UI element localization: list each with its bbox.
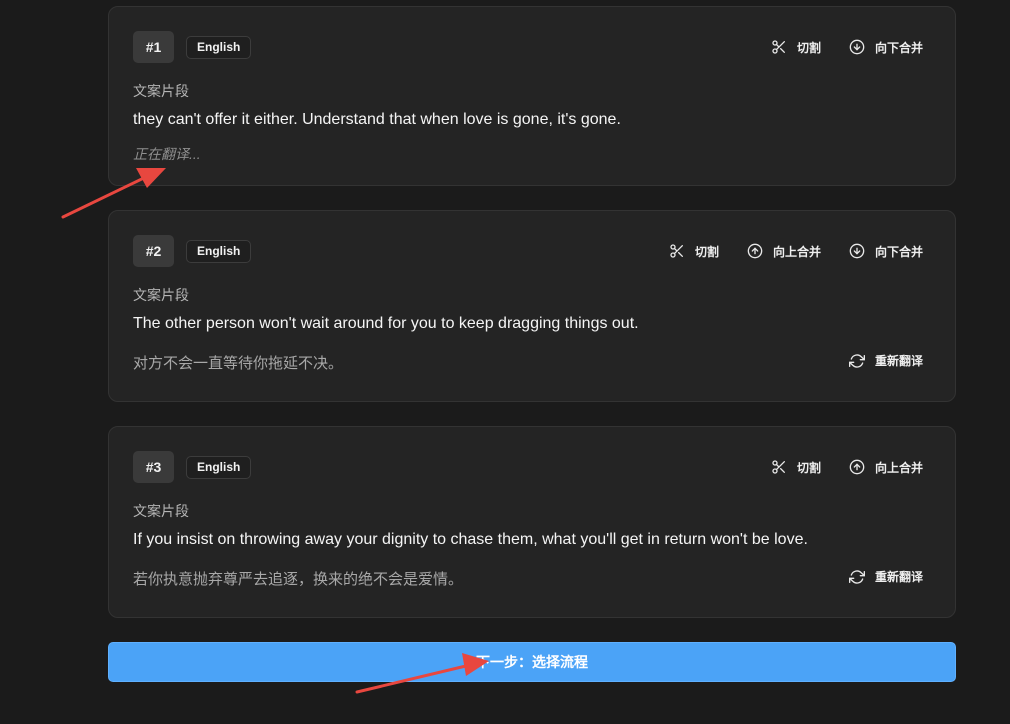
source-text: they can't offer it either. Understand t… [133, 111, 621, 128]
retranslate-button[interactable]: 重新翻译 [841, 348, 931, 373]
segment-header: #1 English 切割 向下合并 [133, 31, 931, 63]
arrow-up-circle-icon [849, 459, 865, 475]
cut-label: 切割 [694, 244, 719, 259]
segment-number: #1 [133, 31, 174, 63]
arrow-up-circle-icon [747, 243, 763, 259]
scissors-icon [670, 244, 683, 258]
merge-up-label: 向上合并 [874, 460, 923, 475]
language-badge: English [186, 239, 252, 263]
cut-label: 切割 [796, 460, 821, 475]
scissors-icon [772, 40, 785, 54]
segment-label: 文案片段 [133, 503, 189, 519]
retranslate-label: 重新翻译 [874, 354, 923, 368]
retranslate-button[interactable]: 重新翻译 [841, 564, 931, 589]
merge-down-button[interactable]: 向下合并 [841, 239, 931, 264]
merge-up-button[interactable]: 向上合并 [739, 239, 829, 264]
segment-card-3: #3 English 切割 向上合并 文案片段 If you insist on… [108, 426, 956, 618]
merge-down-label: 向下合并 [874, 40, 923, 55]
language-badge: English [186, 455, 252, 479]
segment-header: #3 English 切割 向上合并 [133, 451, 931, 483]
translation-text: 若你执意抛弃尊严去追逐，换来的绝不会是爱情。 [133, 571, 464, 588]
source-text: The other person won't wait around for y… [133, 315, 639, 332]
refresh-icon [848, 569, 865, 584]
segment-number: #3 [133, 451, 174, 483]
source-text: If you insist on throwing away your dign… [133, 531, 808, 548]
arrow-down-circle-icon [849, 39, 865, 55]
retranslate-label: 重新翻译 [874, 570, 923, 584]
translation-status: 正在翻译... [133, 146, 201, 162]
merge-up-label: 向上合并 [772, 244, 821, 259]
cut-button[interactable]: 切割 [661, 239, 727, 264]
page: #1 English 切割 向下合并 文案片段 they can't offer… [0, 0, 1010, 724]
segment-number: #2 [133, 235, 174, 267]
merge-down-label: 向下合并 [874, 244, 923, 259]
segment-header: #2 English 切割 向上合并 向下合并 [133, 235, 931, 267]
next-step-button[interactable]: 下一步：选择流程 [108, 642, 956, 682]
merge-up-button[interactable]: 向上合并 [841, 455, 931, 480]
language-badge: English [186, 35, 252, 59]
segment-card-2: #2 English 切割 向上合并 向下合并 文案片段 The other p… [108, 210, 956, 402]
merge-down-button[interactable]: 向下合并 [841, 35, 931, 60]
cut-button[interactable]: 切割 [763, 455, 829, 480]
cut-button[interactable]: 切割 [763, 35, 829, 60]
arrow-down-circle-icon [849, 243, 865, 259]
segment-label: 文案片段 [133, 287, 189, 303]
translation-text: 对方不会一直等待你拖延不决。 [133, 355, 344, 372]
segment-label: 文案片段 [133, 83, 189, 99]
cut-label: 切割 [796, 40, 821, 55]
scissors-icon [772, 460, 785, 474]
refresh-icon [848, 353, 865, 368]
segment-card-1: #1 English 切割 向下合并 文案片段 they can't offer… [108, 6, 956, 186]
